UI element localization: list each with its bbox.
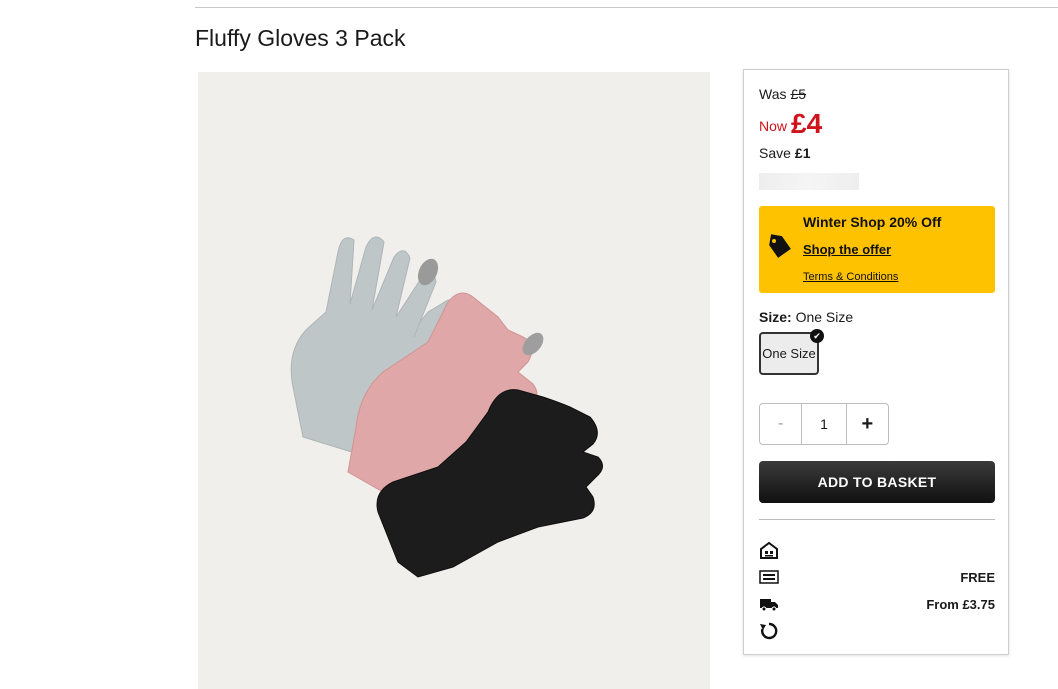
save-label: Save <box>759 145 791 161</box>
was-price-row: Was £5 <box>759 86 806 102</box>
now-price: £4 <box>791 108 823 139</box>
delivery-row-home: From £3.75 <box>759 594 995 616</box>
save-row: Save £1 <box>759 145 811 161</box>
check-icon: ✔ <box>810 329 824 343</box>
delivery-row-collect: FREE <box>759 567 995 589</box>
was-price: £5 <box>790 86 807 102</box>
decrease-quantity-button[interactable]: - <box>760 404 803 444</box>
size-selected-value: One Size <box>795 309 854 325</box>
save-amount: £1 <box>794 145 811 161</box>
size-label-text: Size: <box>759 309 792 325</box>
top-divider <box>195 7 1058 8</box>
was-label: Was <box>759 86 787 102</box>
size-label: Size: One Size <box>759 309 853 325</box>
page-title: Fluffy Gloves 3 Pack <box>195 25 406 51</box>
terms-link[interactable]: Terms & Conditions <box>803 271 898 283</box>
product-image[interactable] <box>198 72 710 689</box>
delivery-row-returns <box>759 621 995 643</box>
quantity-stepper: - 1 + <box>759 403 889 445</box>
price-tag-icon <box>769 234 791 258</box>
click-and-collect-icon <box>759 570 779 584</box>
promo-title: Winter Shop 20% Off <box>803 214 942 230</box>
loading-placeholder <box>759 173 859 190</box>
delivery-value: FREE <box>960 570 995 585</box>
delivery-truck-icon <box>760 599 778 612</box>
shop-offer-link[interactable]: Shop the offer <box>803 242 891 257</box>
now-label: Now <box>759 118 788 134</box>
add-to-basket-button[interactable]: ADD TO BASKET <box>759 461 995 503</box>
returns-icon <box>760 622 778 640</box>
purchase-panel: Was £5 Now £4 Save £1 Winter Shop 20% Off S… <box>743 69 1009 655</box>
promo-banner: Winter Shop 20% Off Shop the offer Terms… <box>759 206 995 293</box>
increase-quantity-button[interactable]: + <box>847 404 888 444</box>
delivery-row-store <box>759 540 995 562</box>
store-icon <box>760 541 778 559</box>
now-price-row: Now £4 <box>759 108 822 140</box>
delivery-value: From £3.75 <box>926 597 995 612</box>
divider <box>759 519 995 520</box>
quantity-input[interactable]: 1 <box>802 404 847 444</box>
